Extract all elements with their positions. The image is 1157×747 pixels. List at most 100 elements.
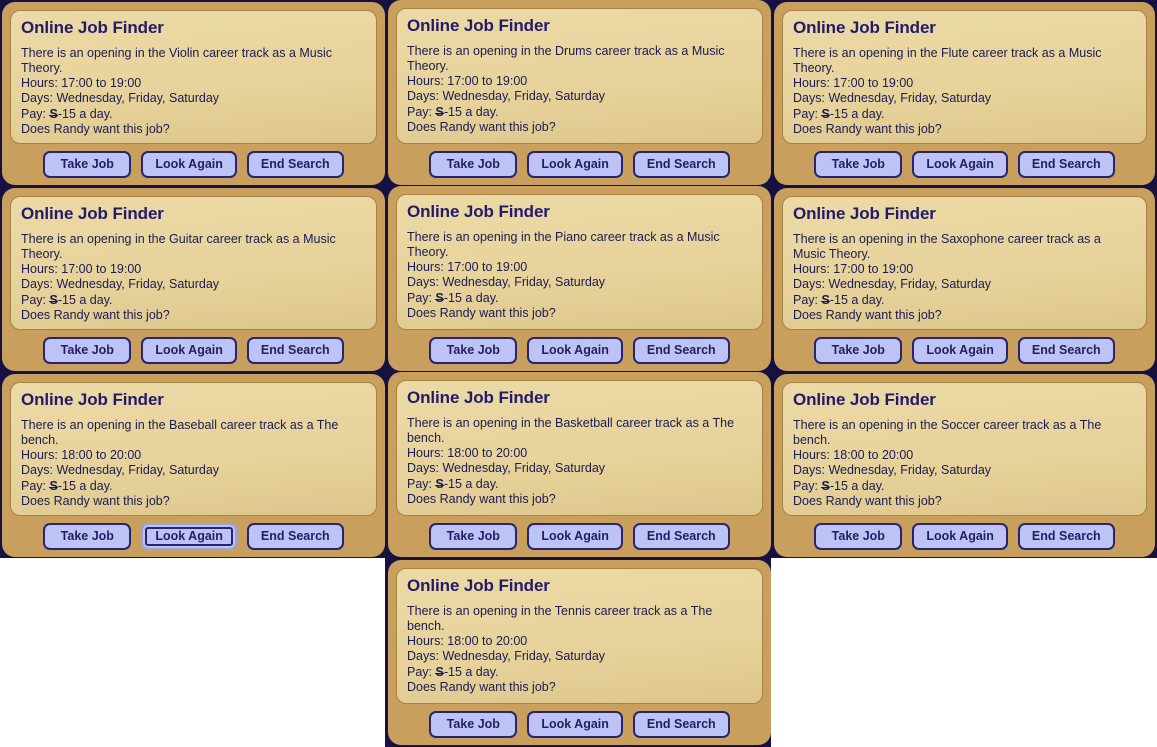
dialog-content-box: Online Job Finder There is an opening in … (782, 196, 1147, 330)
take-job-button[interactable]: Take Job (814, 523, 903, 550)
job-pay-value: -15 a day. (443, 664, 499, 679)
end-search-button[interactable]: End Search (246, 151, 344, 178)
job-description: There is an opening in the Basketball ca… (407, 415, 735, 446)
dialog-title: Online Job Finder (407, 576, 550, 595)
dialog-button-bar: Take Job Look Again End Search (782, 516, 1147, 550)
dialog-title: Online Job Finder (407, 388, 550, 407)
take-job-button[interactable]: Take Job (43, 523, 132, 550)
end-search-button[interactable]: End Search (1017, 151, 1115, 178)
job-pay: Pay: S-15 a day. (407, 290, 499, 305)
job-days: Days: Wednesday, Friday, Saturday (407, 89, 606, 104)
dialog-body: There is an opening in the Piano career … (407, 230, 752, 321)
job-days-value: Wednesday, Friday, Saturday (828, 91, 992, 106)
dialog-content-box: Online Job Finder There is an opening in … (396, 8, 763, 144)
end-search-button[interactable]: End Search (1017, 337, 1115, 364)
job-hours-value: 17:00 to 19:00 (447, 260, 528, 275)
job-description: There is an opening in the Soccer career… (793, 417, 1102, 448)
dialog-body: There is an opening in the Basketball ca… (407, 416, 752, 507)
take-job-button[interactable]: Take Job (429, 711, 518, 738)
job-pay: Pay: S-15 a day. (793, 292, 885, 307)
job-offer-dialog: Online Job Finder There is an opening in … (388, 0, 771, 185)
job-offer-dialog: Online Job Finder There is an opening in … (388, 186, 771, 371)
end-search-button[interactable]: End Search (632, 711, 730, 738)
job-days-value: Wednesday, Friday, Saturday (828, 277, 992, 292)
job-days-value: Wednesday, Friday, Saturday (56, 463, 220, 478)
job-pay: Pay: S-15 a day. (21, 106, 113, 121)
look-again-button[interactable]: Look Again (141, 151, 237, 178)
job-days: Days: Wednesday, Friday, Saturday (793, 277, 992, 292)
job-days: Days: Wednesday, Friday, Saturday (407, 649, 606, 664)
dialog-title: Online Job Finder (793, 18, 936, 37)
dialog-button-bar: Take Job Look Again End Search (10, 330, 377, 364)
end-search-button[interactable]: End Search (246, 337, 344, 364)
dialog-button-bar: Take Job Look Again End Search (10, 516, 377, 550)
dialog-button-bar: Take Job Look Again End Search (782, 144, 1147, 178)
job-hours-value: 17:00 to 19:00 (61, 76, 142, 91)
look-again-button[interactable]: Look Again (527, 711, 623, 738)
dialog-content-box: Online Job Finder There is an opening in … (396, 380, 763, 516)
simoleon-currency-icon: S (820, 292, 831, 307)
take-job-button[interactable]: Take Job (43, 151, 132, 178)
look-again-button[interactable]: Look Again (141, 523, 237, 550)
end-search-button[interactable]: End Search (632, 337, 730, 364)
job-pay: Pay: S-15 a day. (407, 476, 499, 491)
job-days-value: Wednesday, Friday, Saturday (828, 463, 992, 478)
dialog-body: There is an opening in the Baseball care… (21, 418, 366, 509)
dialog-title: Online Job Finder (21, 18, 164, 37)
look-again-button[interactable]: Look Again (912, 337, 1008, 364)
job-question: Does Randy want this job? (21, 121, 170, 136)
end-search-button[interactable]: End Search (632, 151, 730, 178)
take-job-button[interactable]: Take Job (43, 337, 132, 364)
job-offer-dialog: Online Job Finder There is an opening in … (774, 188, 1155, 371)
dialog-body: There is an opening in the Soccer career… (793, 418, 1136, 509)
job-days-value: Wednesday, Friday, Saturday (442, 89, 606, 104)
job-offer-dialog: Online Job Finder There is an opening in … (774, 374, 1155, 557)
job-pay: Pay: S-15 a day. (21, 292, 113, 307)
simoleon-currency-icon: S (434, 104, 445, 119)
look-again-button[interactable]: Look Again (527, 337, 623, 364)
job-hours-value: 18:00 to 20:00 (61, 448, 142, 463)
take-job-button[interactable]: Take Job (429, 337, 518, 364)
dialog-content-box: Online Job Finder There is an opening in … (10, 10, 377, 144)
take-job-button[interactable]: Take Job (429, 523, 518, 550)
job-days: Days: Wednesday, Friday, Saturday (407, 275, 606, 290)
job-days: Days: Wednesday, Friday, Saturday (793, 91, 992, 106)
end-search-button[interactable]: End Search (1017, 523, 1115, 550)
simoleon-currency-icon: S (434, 290, 445, 305)
dialog-title: Online Job Finder (21, 390, 164, 409)
dialog-content-box: Online Job Finder There is an opening in … (10, 196, 377, 330)
job-hours-value: 18:00 to 20:00 (447, 446, 528, 461)
end-search-button[interactable]: End Search (632, 523, 730, 550)
look-again-button[interactable]: Look Again (527, 523, 623, 550)
dialog-title: Online Job Finder (407, 202, 550, 221)
dialog-button-bar: Take Job Look Again End Search (782, 330, 1147, 364)
job-offer-dialog: Online Job Finder There is an opening in … (2, 374, 385, 557)
dialog-title: Online Job Finder (793, 204, 936, 223)
look-again-button[interactable]: Look Again (912, 523, 1008, 550)
job-pay-value: -15 a day. (829, 478, 885, 493)
dialog-content-box: Online Job Finder There is an opening in … (782, 10, 1147, 144)
job-pay-value: -15 a day. (57, 292, 113, 307)
job-pay-value: -15 a day. (829, 292, 885, 307)
simoleon-currency-icon: S (48, 478, 59, 493)
take-job-button[interactable]: Take Job (429, 151, 518, 178)
simoleon-currency-icon: S (820, 106, 831, 121)
dialog-body: There is an opening in the Drums career … (407, 44, 752, 135)
job-pay-value: -15 a day. (443, 476, 499, 491)
end-search-button[interactable]: End Search (246, 523, 344, 550)
job-question: Does Randy want this job? (407, 119, 556, 134)
dialog-button-bar: Take Job Look Again End Search (396, 516, 763, 550)
job-pay-value: -15 a day. (443, 290, 499, 305)
look-again-button[interactable]: Look Again (141, 337, 237, 364)
look-again-button[interactable]: Look Again (912, 151, 1008, 178)
job-description: There is an opening in the Piano career … (407, 229, 720, 260)
job-description: There is an opening in the Saxophone car… (793, 231, 1101, 262)
job-pay: Pay: S-15 a day. (793, 478, 885, 493)
job-hours: Hours: 17:00 to 19:00 (793, 262, 914, 277)
job-question: Does Randy want this job? (793, 493, 942, 508)
job-question: Does Randy want this job? (407, 679, 556, 694)
take-job-button[interactable]: Take Job (814, 337, 903, 364)
take-job-button[interactable]: Take Job (814, 151, 903, 178)
look-again-button[interactable]: Look Again (527, 151, 623, 178)
dialog-button-bar: Take Job Look Again End Search (396, 144, 763, 178)
